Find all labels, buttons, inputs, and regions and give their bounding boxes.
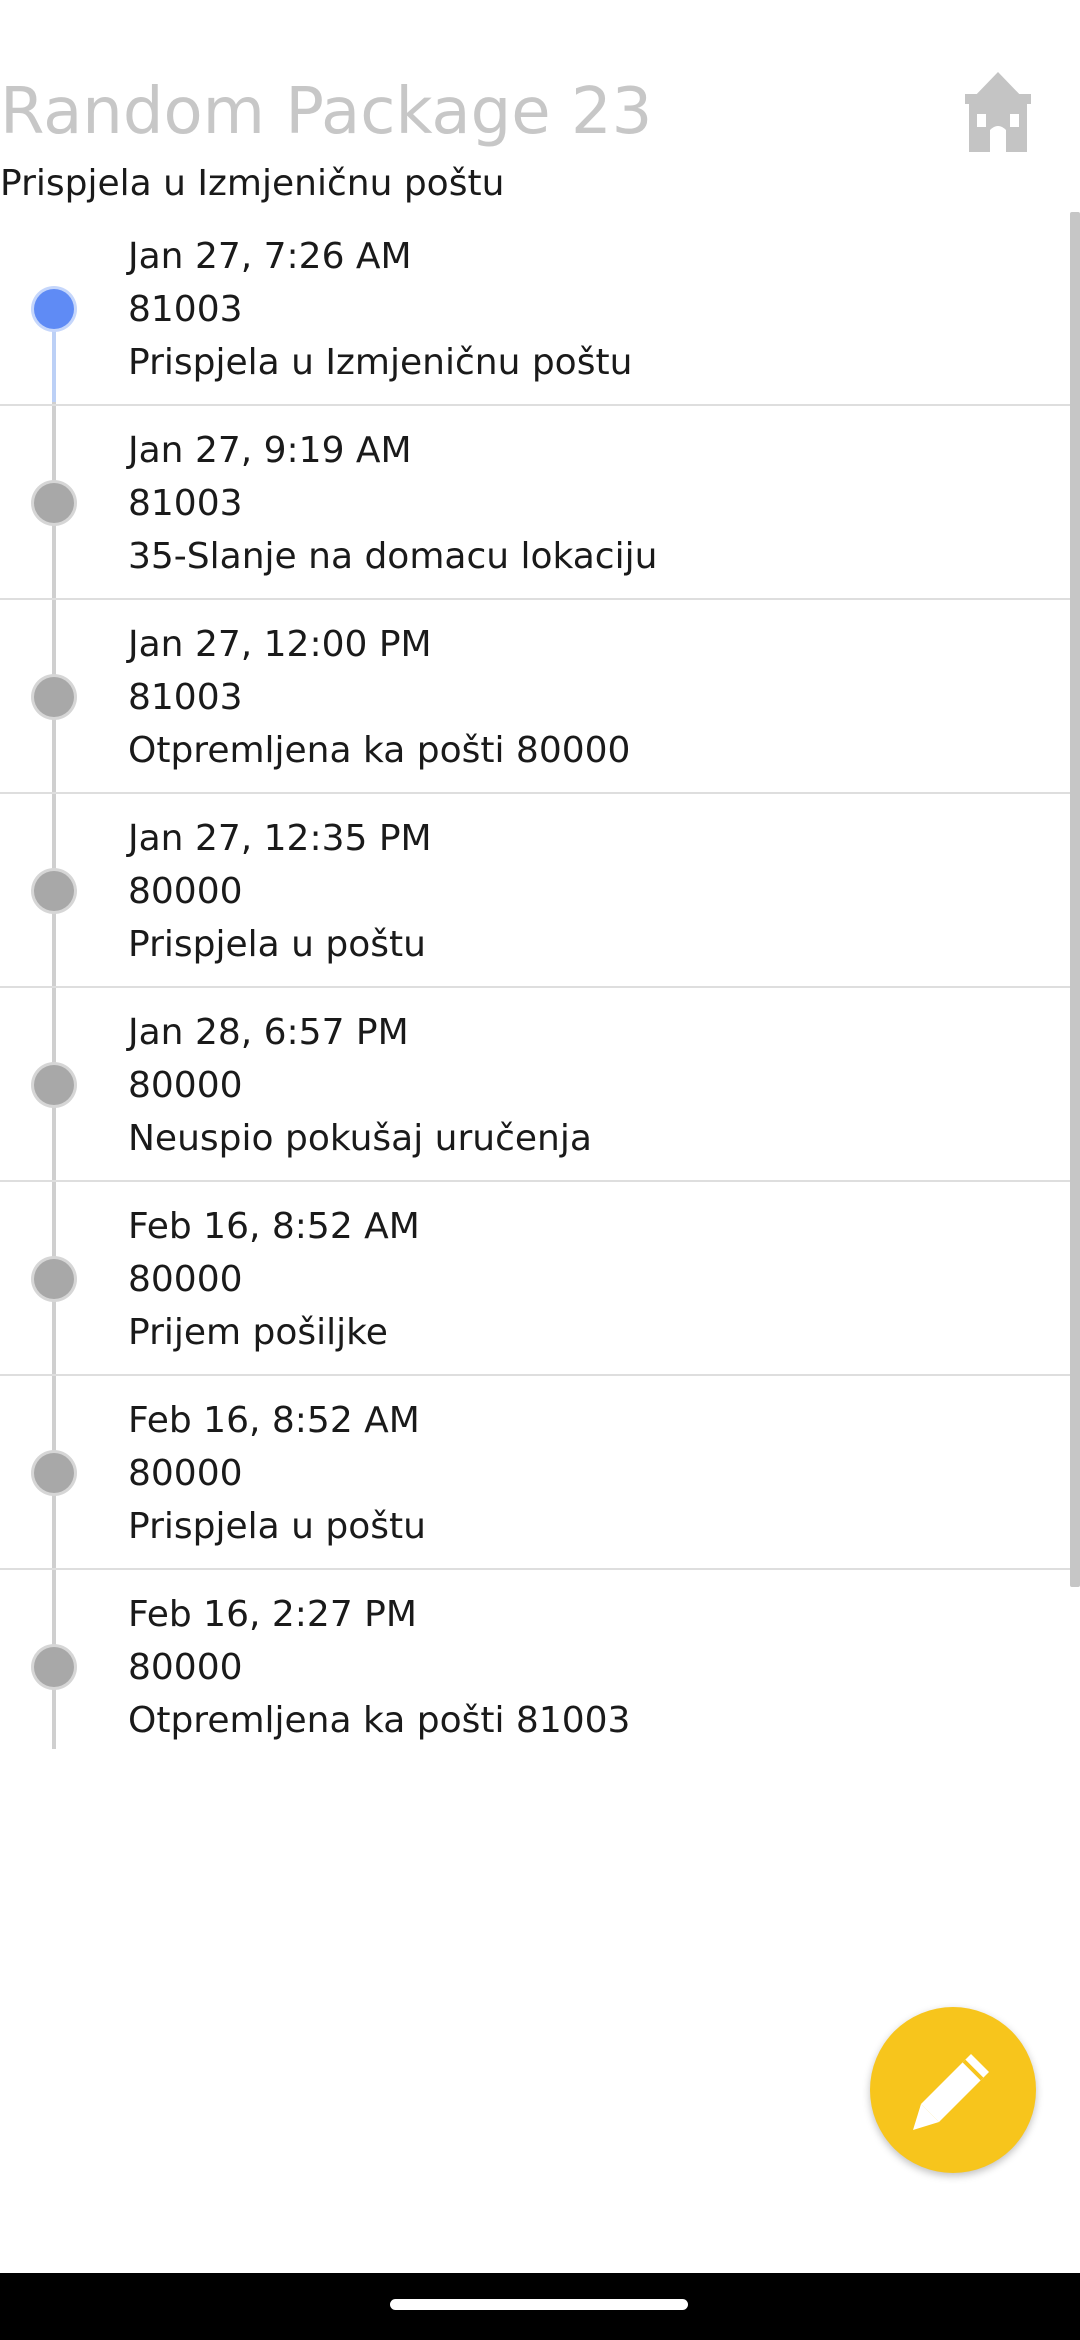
timeline-dot bbox=[34, 1647, 74, 1687]
event-post-code: 80000 bbox=[128, 1065, 243, 1106]
event-status: Prijem pošiljke bbox=[128, 1312, 388, 1353]
event-status: Otpremljena ka pošti 80000 bbox=[128, 730, 631, 771]
system-navigation-bar bbox=[0, 2273, 1080, 2340]
event-datetime: Jan 27, 9:19 AM bbox=[128, 430, 412, 471]
event-post-code: 80000 bbox=[128, 1259, 243, 1300]
event-datetime: Feb 16, 2:27 PM bbox=[128, 1594, 417, 1635]
event-post-code: 81003 bbox=[128, 289, 243, 330]
post-office-button[interactable] bbox=[965, 72, 1031, 152]
page-title: Random Package 23 bbox=[0, 75, 653, 149]
pencil-icon bbox=[913, 2054, 989, 2130]
home-indicator[interactable] bbox=[390, 2299, 688, 2310]
timeline-dot-active bbox=[34, 289, 74, 329]
timeline-dot bbox=[34, 677, 74, 717]
timeline-dot bbox=[34, 871, 74, 911]
timeline-event[interactable]: Feb 16, 2:27 PM 80000 Otpremljena ka poš… bbox=[0, 1570, 1080, 1764]
timeline-event[interactable]: Jan 27, 12:00 PM 81003 Otpremljena ka po… bbox=[0, 600, 1080, 794]
timeline-event[interactable]: Feb 16, 8:52 AM 80000 Prispjela u poštu bbox=[0, 1376, 1080, 1570]
event-post-code: 80000 bbox=[128, 871, 243, 912]
tracking-timeline: Jan 27, 7:26 AM 81003 Prispjela u Izmjen… bbox=[0, 212, 1080, 1764]
event-post-code: 80000 bbox=[128, 1647, 243, 1688]
package-status-subtitle: Prispjela u Izmjeničnu poštu bbox=[0, 163, 505, 204]
event-status: 35-Slanje na domacu lokaciju bbox=[128, 536, 658, 577]
timeline-dot bbox=[34, 1453, 74, 1493]
event-datetime: Feb 16, 8:52 AM bbox=[128, 1400, 420, 1441]
scrollbar[interactable] bbox=[1070, 212, 1080, 1587]
timeline-dot bbox=[34, 1065, 74, 1105]
event-status: Otpremljena ka pošti 81003 bbox=[128, 1700, 631, 1741]
timeline-dot bbox=[34, 483, 74, 523]
timeline-event[interactable]: Jan 27, 7:26 AM 81003 Prispjela u Izmjen… bbox=[0, 212, 1080, 406]
timeline-dot bbox=[34, 1259, 74, 1299]
header: Random Package 23 Prispjela u Izmjeničnu… bbox=[0, 0, 1080, 210]
event-status: Prispjela u poštu bbox=[128, 1506, 426, 1547]
event-datetime: Jan 27, 12:35 PM bbox=[128, 818, 432, 859]
event-datetime: Jan 27, 7:26 AM bbox=[128, 236, 412, 277]
timeline-event[interactable]: Jan 28, 6:57 PM 80000 Neuspio pokušaj ur… bbox=[0, 988, 1080, 1182]
timeline-event[interactable]: Jan 27, 9:19 AM 81003 35-Slanje na domac… bbox=[0, 406, 1080, 600]
timeline-event[interactable]: Feb 16, 8:52 AM 80000 Prijem pošiljke bbox=[0, 1182, 1080, 1376]
event-post-code: 81003 bbox=[128, 483, 243, 524]
event-datetime: Jan 27, 12:00 PM bbox=[128, 624, 432, 665]
event-status: Prispjela u Izmjeničnu poštu bbox=[128, 342, 633, 383]
event-datetime: Jan 28, 6:57 PM bbox=[128, 1012, 409, 1053]
event-post-code: 81003 bbox=[128, 677, 243, 718]
event-datetime: Feb 16, 8:52 AM bbox=[128, 1206, 420, 1247]
timeline-event[interactable]: Jan 27, 12:35 PM 80000 Prispjela u poštu bbox=[0, 794, 1080, 988]
post-office-icon bbox=[965, 72, 1031, 152]
edit-fab-button[interactable] bbox=[870, 2007, 1036, 2173]
event-status: Neuspio pokušaj uručenja bbox=[128, 1118, 592, 1159]
event-post-code: 80000 bbox=[128, 1453, 243, 1494]
event-status: Prispjela u poštu bbox=[128, 924, 426, 965]
